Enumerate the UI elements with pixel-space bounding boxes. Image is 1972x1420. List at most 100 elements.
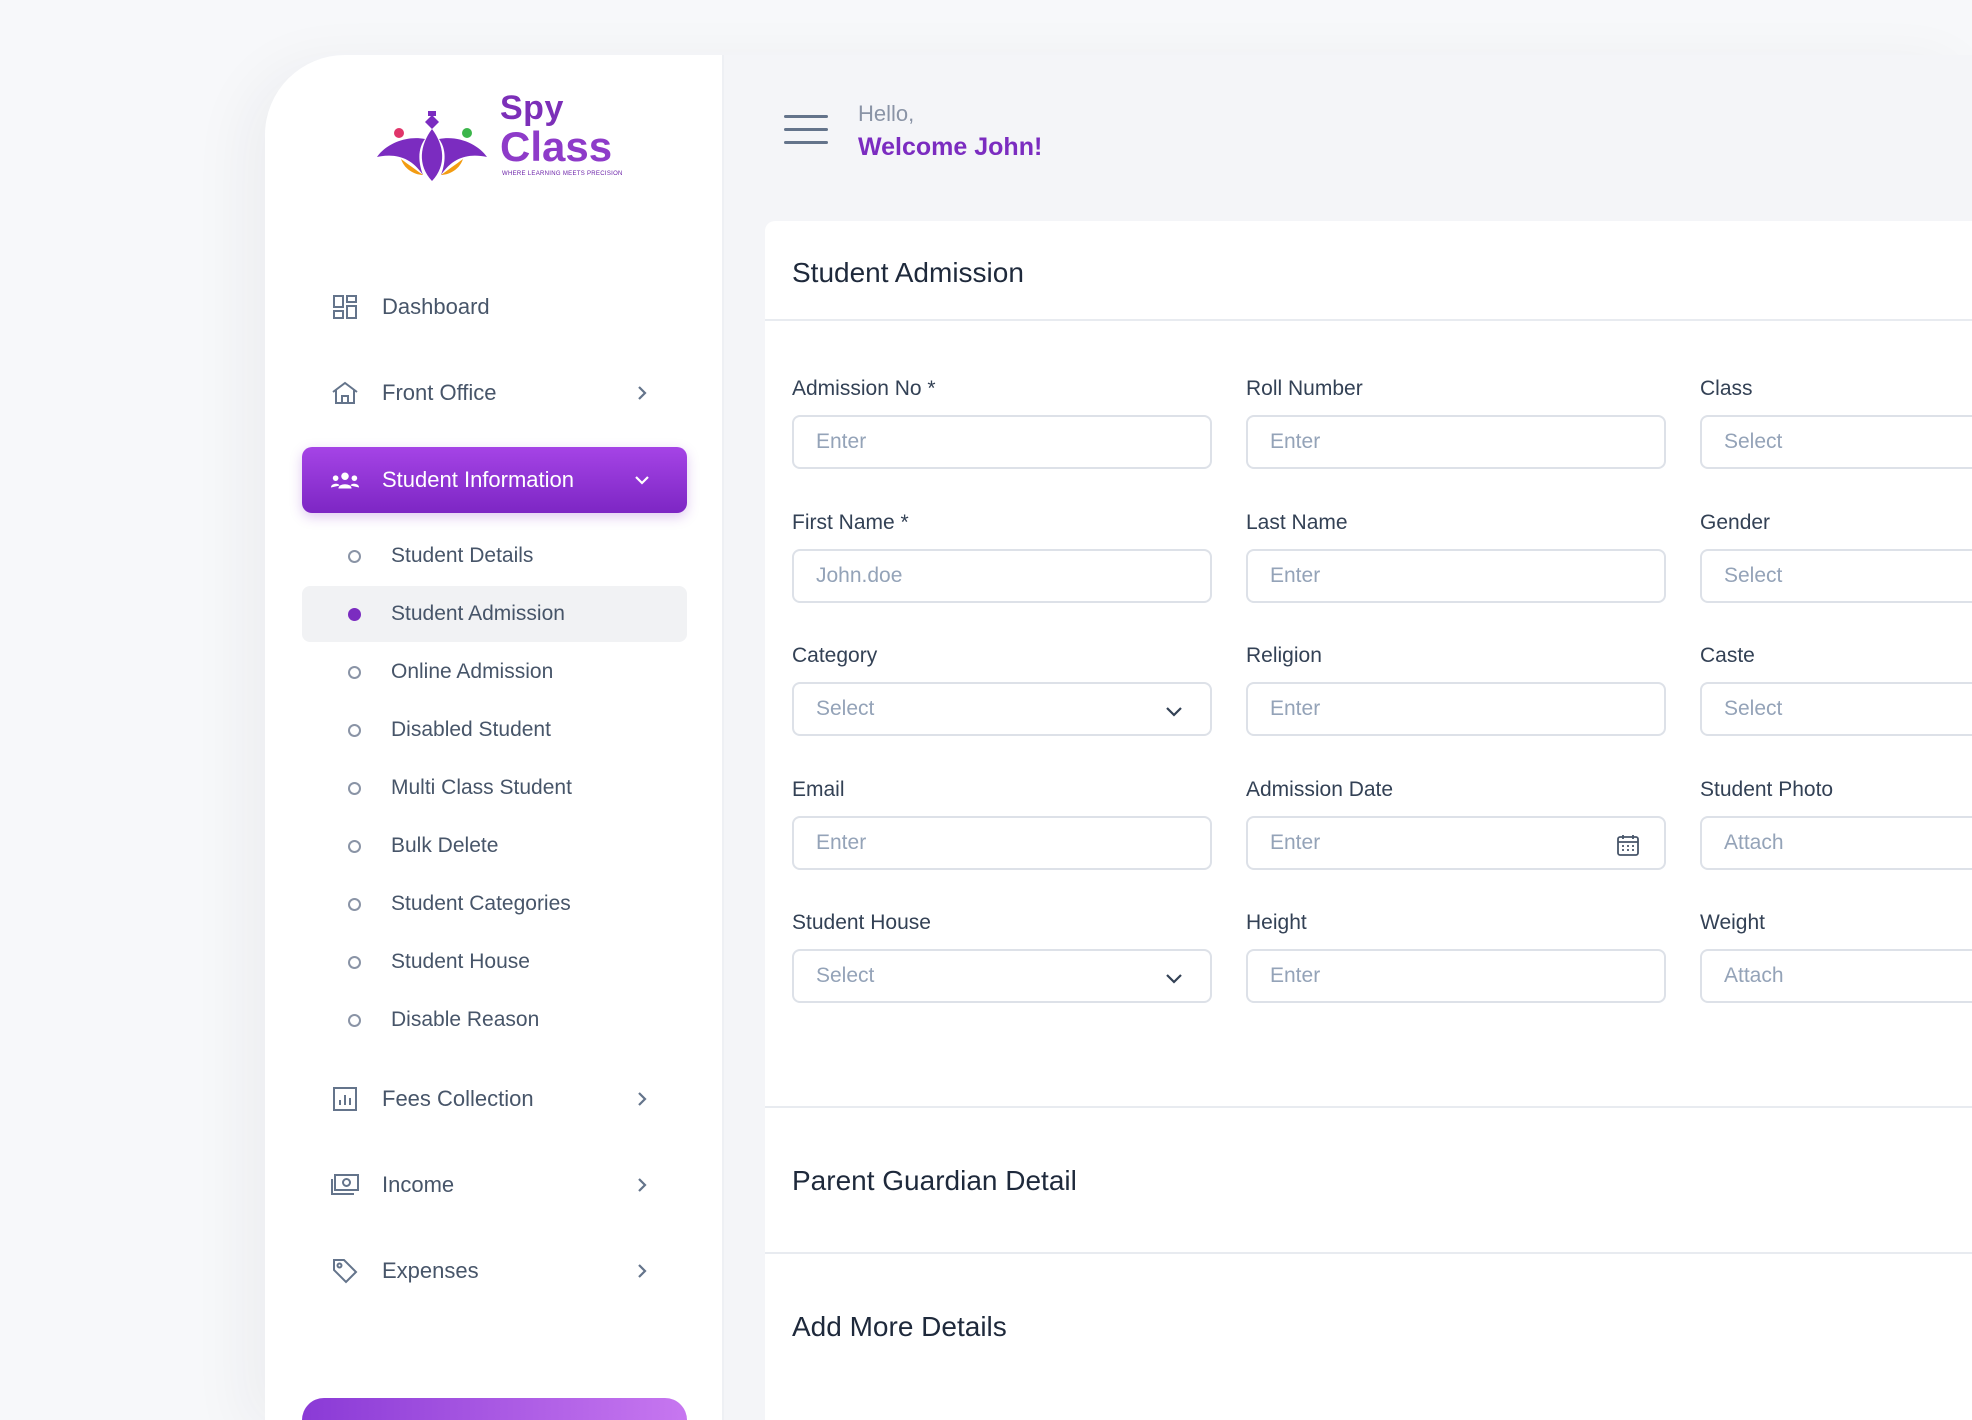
weight-input[interactable]: Attach (1700, 949, 1972, 1003)
sidebar-subitem-disable-reason[interactable]: Disable Reason (302, 992, 687, 1048)
input-placeholder: Select (1724, 564, 1783, 587)
sidebar-subitem-student-admission[interactable]: Student Admission (302, 586, 687, 642)
field-first-name: First Name * John.doe (792, 511, 1212, 603)
first-name-input[interactable]: John.doe (792, 549, 1212, 603)
menu-icon[interactable] (784, 115, 828, 149)
sidebar-subitem-label: Online Admission (391, 660, 554, 683)
sidebar-subitem-label: Bulk Delete (391, 834, 499, 857)
calendar-icon[interactable] (1616, 833, 1640, 857)
sidebar-subitem-student-categories[interactable]: Student Categories (302, 876, 687, 932)
field-label: First Name * (792, 511, 909, 534)
field-height: Height Enter (1246, 911, 1666, 1003)
page-title: Student Admission (792, 257, 1024, 288)
student-photo-attach[interactable]: Attach (1700, 816, 1972, 870)
sidebar-subitem-label: Multi Class Student (391, 776, 572, 799)
field-label: Roll Number (1246, 377, 1363, 400)
admission-no-input[interactable]: Enter (792, 415, 1212, 469)
last-name-input[interactable]: Enter (1246, 549, 1666, 603)
sidebar-subitem-label: Student Categories (391, 892, 571, 915)
roll-number-input[interactable]: Enter (1246, 415, 1666, 469)
input-placeholder: Select (1724, 430, 1783, 453)
bullet-icon (348, 897, 361, 911)
class-select[interactable]: Select (1700, 415, 1972, 469)
input-placeholder: Select (816, 697, 875, 720)
greeting-text: Hello, (858, 101, 915, 126)
sidebar-subitem-label: Student Details (391, 544, 534, 567)
field-weight: Weight Attach (1700, 911, 1972, 1003)
chevron-down-icon (635, 476, 649, 485)
student-house-select[interactable]: Select (792, 949, 1212, 1003)
dashboard-icon (330, 292, 360, 322)
field-label: Admission Date (1246, 778, 1394, 801)
sidebar-item-label: Student Information (382, 467, 575, 492)
sidebar: Spy Class WHERE LEARNING MEETS PRECISION… (265, 55, 724, 1420)
gender-select[interactable]: Select (1700, 549, 1972, 603)
religion-input[interactable]: Enter (1246, 682, 1666, 736)
field-roll-number: Roll Number Enter (1246, 377, 1666, 469)
caste-select[interactable]: Select (1700, 682, 1972, 736)
field-label: Height (1246, 911, 1307, 934)
height-input[interactable]: Enter (1246, 949, 1666, 1003)
sidebar-item-expenses[interactable]: Expenses (302, 1238, 687, 1304)
sidebar-subitem-label: Student Admission (391, 602, 565, 625)
bullet-icon (348, 549, 361, 563)
sidebar-subitem-label: Disable Reason (391, 1008, 540, 1031)
sidebar-subitem-label: Disabled Student (391, 718, 551, 741)
field-label: Gender (1700, 511, 1771, 534)
users-icon (330, 465, 360, 495)
section-parent-guardian-detail[interactable]: Parent Guardian Detail (792, 1165, 1077, 1197)
sidebar-subitem-multi-class-student[interactable]: Multi Class Student (302, 760, 687, 816)
input-placeholder: Enter (816, 831, 867, 854)
input-placeholder: Enter (1270, 430, 1321, 453)
field-label: Class (1700, 377, 1753, 400)
bullet-icon (348, 839, 361, 853)
sidebar-subitem-student-house[interactable]: Student House (302, 934, 687, 990)
sidebar-item-label: Dashboard (382, 294, 490, 319)
input-placeholder: Enter (1270, 564, 1321, 587)
brand-tagline: WHERE LEARNING MEETS PRECISION (502, 171, 623, 177)
bullet-icon (348, 723, 361, 737)
bullet-icon (348, 665, 361, 679)
sidebar-item-label: Income (382, 1172, 455, 1197)
admission-date-input[interactable]: Enter (1246, 816, 1666, 870)
field-student-house: Student House Select (792, 911, 1212, 1003)
divider (765, 319, 1972, 321)
sidebar-subitem-bulk-delete[interactable]: Bulk Delete (302, 818, 687, 874)
sidebar-item-student-information[interactable]: Student Information (302, 447, 687, 513)
app-frame: Spy Class WHERE LEARNING MEETS PRECISION… (265, 55, 1972, 1420)
chevron-right-icon (638, 1178, 647, 1192)
sidebar-item-income[interactable]: Income (302, 1152, 687, 1218)
bullet-icon (348, 781, 361, 795)
input-placeholder: Select (1724, 697, 1783, 720)
field-admission-date: Admission Date Enter (1246, 778, 1666, 870)
sidebar-item-fees-collection[interactable]: Fees Collection (302, 1066, 687, 1132)
field-label: Student Photo (1700, 778, 1834, 801)
sidebar-item-label: Fees Collection (382, 1086, 534, 1111)
field-gender: Gender Select (1700, 511, 1972, 603)
section-add-more-details[interactable]: Add More Details (792, 1311, 1007, 1343)
sidebar-subitem-disabled-student[interactable]: Disabled Student (302, 702, 687, 758)
chevron-down-icon (1166, 974, 1182, 984)
field-admission-no: Admission No * Enter (792, 377, 1212, 469)
chevron-down-icon (1166, 707, 1182, 717)
field-class: Class Select (1700, 377, 1972, 469)
sidebar-item-dashboard[interactable]: Dashboard (302, 274, 687, 340)
input-placeholder: Enter (816, 430, 867, 453)
input-placeholder: Enter (1270, 964, 1321, 987)
chevron-right-icon (638, 1092, 647, 1106)
input-placeholder: Select (816, 964, 875, 987)
category-select[interactable]: Select (792, 682, 1212, 736)
sidebar-cta-button[interactable] (302, 1398, 687, 1420)
student-admission-card: Student Admission Admission No * Enter R… (765, 221, 1972, 1420)
sidebar-subitem-label: Student House (391, 950, 530, 973)
sidebar-subitem-online-admission[interactable]: Online Admission (302, 644, 687, 700)
field-caste: Caste Select (1700, 644, 1972, 736)
sidebar-subitem-student-details[interactable]: Student Details (302, 528, 687, 584)
email-input[interactable]: Enter (792, 816, 1212, 870)
home-icon (330, 378, 360, 408)
sidebar-item-front-office[interactable]: Front Office (302, 360, 687, 426)
field-label: Student House (792, 911, 931, 934)
field-category: Category Select (792, 644, 1212, 736)
bullet-icon (348, 607, 361, 621)
input-placeholder: Attach (1724, 964, 1784, 987)
